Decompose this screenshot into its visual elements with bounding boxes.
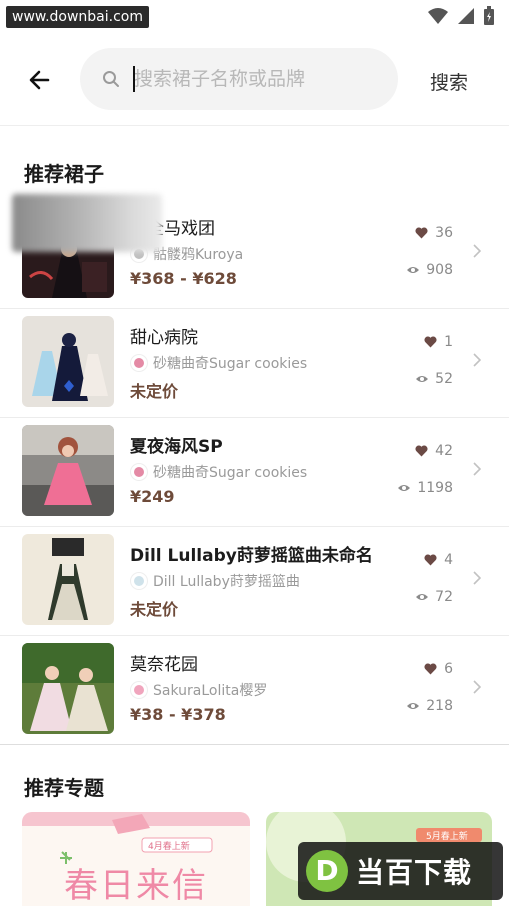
item-name: 莫奈花园	[130, 655, 198, 675]
heart-icon	[424, 554, 437, 566]
likes-value: 4	[444, 552, 453, 568]
list-item[interactable]: 夏夜海风SP 砂糖曲奇Sugar cookies ¥249 42 1198	[0, 418, 509, 527]
likes-count: 1	[424, 334, 453, 350]
heart-icon	[424, 336, 437, 348]
eye-icon	[416, 376, 429, 382]
likes-value: 42	[435, 443, 453, 459]
item-price: 未定价	[130, 600, 179, 619]
item-thumbnail	[22, 534, 114, 625]
item-price: 未定价	[130, 382, 179, 401]
item-thumbnail	[22, 316, 114, 407]
likes-count: 36	[415, 225, 453, 241]
text-cursor	[133, 66, 135, 92]
brand-logo	[130, 354, 148, 372]
chevron-right-icon	[473, 353, 481, 367]
status-bar: www.downbai.com	[0, 0, 509, 34]
topic-tag: 5月春上新	[426, 832, 468, 842]
blurred-overlay	[12, 194, 162, 252]
brand-logo	[130, 572, 148, 590]
item-brand: 砂糖曲奇Sugar cookies	[130, 462, 307, 482]
arrow-left-icon	[29, 70, 50, 90]
wifi-icon	[428, 8, 448, 24]
chevron-right-icon	[473, 244, 481, 258]
search-button[interactable]: 搜索	[430, 68, 468, 95]
item-name: 夏夜海风SP	[130, 437, 223, 457]
likes-count: 6	[424, 661, 453, 677]
watermark-top: www.downbai.com	[6, 6, 149, 28]
item-brand: 砂糖曲奇Sugar cookies	[130, 353, 307, 373]
chevron-right-icon	[473, 571, 481, 585]
views-count: 218	[406, 698, 453, 714]
heart-icon	[424, 663, 437, 675]
likes-value: 6	[444, 661, 453, 677]
brand-name: SakuraLolita樱罗	[153, 683, 268, 699]
brand-logo	[130, 681, 148, 699]
brand-name: 砂糖曲奇Sugar cookies	[153, 465, 308, 481]
likes-count: 42	[415, 443, 453, 459]
item-name: Dill Lullaby莳萝摇篮曲未命名	[130, 546, 373, 566]
likes-value: 1	[444, 334, 453, 350]
back-button[interactable]	[26, 66, 58, 94]
item-thumbnail	[22, 425, 114, 516]
brand-logo	[130, 463, 148, 481]
likes-count: 4	[424, 552, 453, 568]
item-brand: SakuraLolita樱罗	[130, 680, 267, 700]
item-price: ¥368 - ¥628	[130, 269, 237, 288]
views-count: 72	[415, 589, 453, 605]
brand-name: Dill Lullaby莳萝摇篮曲	[153, 574, 300, 590]
search-input[interactable]	[134, 48, 384, 110]
eye-icon	[416, 594, 429, 600]
views-value: 908	[426, 262, 453, 278]
section-title-recommended-skirts: 推荐裙子	[24, 162, 104, 186]
brand-name: 骷髅鸦Kuroya	[153, 247, 244, 263]
topic-card[interactable]: 4月春上新 春日来信	[22, 812, 250, 906]
heart-icon	[415, 227, 428, 239]
item-brand: Dill Lullaby莳萝摇篮曲	[130, 571, 300, 591]
system-icons	[427, 6, 495, 26]
magnifier-icon	[103, 71, 119, 87]
section-title-recommended-topics: 推荐专题	[24, 776, 104, 800]
watermark-logo: D	[306, 850, 348, 892]
brand-name: 砂糖曲奇Sugar cookies	[153, 356, 308, 372]
search-bar[interactable]	[80, 48, 398, 110]
views-value: 52	[435, 371, 453, 387]
views-count: 1198	[397, 480, 453, 496]
topic-title: 春日来信	[64, 866, 208, 906]
likes-value: 36	[435, 225, 453, 241]
topic-tag: 4月春上新	[148, 842, 190, 852]
eye-icon	[407, 703, 420, 709]
watermark-bottom: D 当百下载	[298, 842, 503, 900]
eye-icon	[398, 485, 411, 491]
list-item[interactable]: 莫奈花园 SakuraLolita樱罗 ¥38 - ¥378 6 218	[0, 636, 509, 745]
heart-icon	[415, 445, 428, 457]
chevron-right-icon	[473, 462, 481, 476]
views-value: 1198	[417, 480, 453, 496]
item-price: ¥38 - ¥378	[130, 705, 226, 724]
battery-icon	[484, 6, 494, 25]
item-name: 甜心病院	[130, 328, 198, 348]
item-price: ¥249	[130, 487, 175, 506]
views-count: 52	[415, 371, 453, 387]
list-item[interactable]: 甜心病院 砂糖曲奇Sugar cookies 未定价 1 52	[0, 309, 509, 418]
views-count: 908	[406, 262, 453, 278]
signal-icon	[458, 8, 474, 24]
search-header: 搜索	[0, 34, 509, 126]
item-thumbnail	[22, 643, 114, 734]
views-value: 72	[435, 589, 453, 605]
watermark-text: 当百下载	[356, 856, 473, 889]
views-value: 218	[426, 698, 453, 714]
eye-icon	[407, 267, 420, 273]
chevron-right-icon	[473, 680, 481, 694]
list-item[interactable]: Dill Lullaby莳萝摇篮曲未命名 Dill Lullaby莳萝摇篮曲 未…	[0, 527, 509, 636]
